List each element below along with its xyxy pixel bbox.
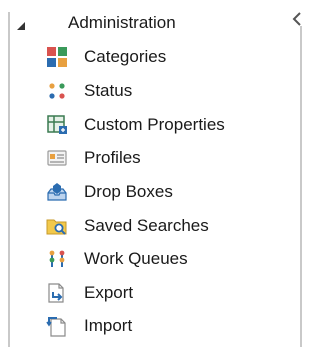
tree-item-import[interactable]: Import bbox=[46, 311, 286, 341]
panel-left-border bbox=[8, 12, 10, 347]
tree-item-saved-searches[interactable]: Saved Searches bbox=[46, 211, 286, 241]
tree-node-administration[interactable]: Administration bbox=[14, 10, 284, 36]
tree-item-status[interactable]: Status bbox=[46, 76, 286, 106]
tree-item-label: Categories bbox=[84, 47, 167, 66]
tree-item-profiles[interactable]: Profiles bbox=[46, 143, 286, 173]
tree-item-custom-properties[interactable]: Custom Properties bbox=[46, 110, 286, 140]
tree-item-label: Status bbox=[84, 81, 133, 100]
drop-boxes-icon bbox=[46, 181, 68, 203]
panel-right-border bbox=[300, 26, 302, 347]
tree-item-label: Drop Boxes bbox=[84, 182, 173, 201]
tree-item-label: Export bbox=[84, 283, 134, 302]
import-icon bbox=[46, 315, 68, 337]
administration-panel: Administration Categories Status Custom … bbox=[0, 0, 308, 347]
tree-item-label: Profiles bbox=[84, 148, 141, 167]
tree-item-label: Saved Searches bbox=[84, 216, 209, 235]
custom-properties-icon bbox=[46, 114, 68, 136]
export-icon bbox=[46, 282, 68, 304]
tree-item-export[interactable]: Export bbox=[46, 278, 286, 308]
tree-item-drop-boxes[interactable]: Drop Boxes bbox=[46, 177, 286, 207]
expanded-triangle-icon[interactable] bbox=[16, 18, 26, 30]
saved-searches-icon bbox=[46, 215, 68, 237]
tree-item-label: Custom Properties bbox=[84, 115, 225, 134]
work-queues-icon bbox=[46, 248, 68, 270]
profiles-icon bbox=[46, 147, 68, 169]
tree-item-label: Import bbox=[84, 316, 133, 335]
categories-icon bbox=[46, 46, 68, 68]
tree-item-label: Work Queues bbox=[84, 249, 188, 268]
status-icon bbox=[46, 80, 68, 102]
chevron-left-icon[interactable] bbox=[290, 8, 304, 30]
tree-node-label: Administration bbox=[68, 13, 176, 32]
tree-item-categories[interactable]: Categories bbox=[46, 42, 286, 72]
tree-item-work-queues[interactable]: Work Queues bbox=[46, 244, 286, 274]
